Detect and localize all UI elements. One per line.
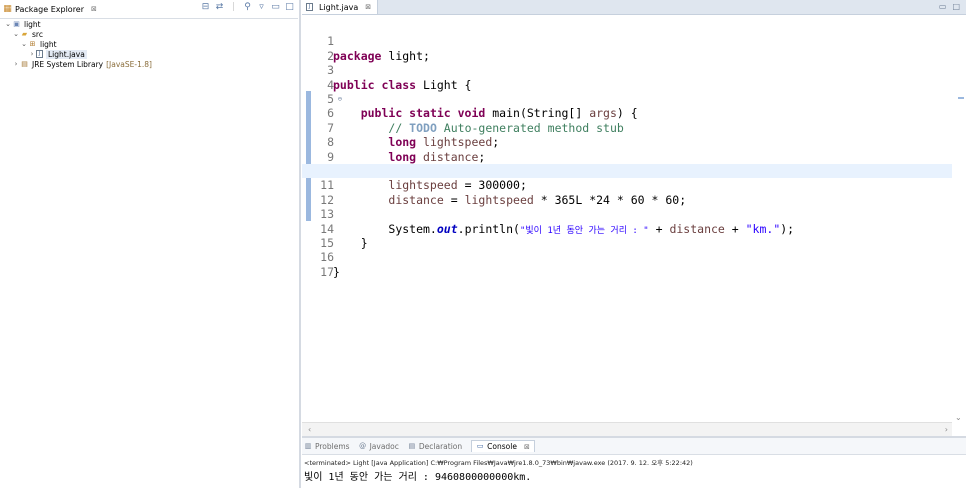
close-icon[interactable]: ⊠ (524, 443, 530, 451)
tree-item-jre[interactable]: › ▤ JRE System Library [JavaSE-1.8] (0, 59, 298, 69)
chevron-right-icon[interactable]: › (28, 50, 36, 58)
editor-window-controls: ▭ □ (939, 2, 960, 11)
code-area[interactable]: 1 package light; 2 3 public class Light … (302, 15, 952, 422)
overview-marker (958, 97, 964, 99)
scroll-left-icon[interactable]: ‹ (308, 423, 311, 437)
tab-label: Problems (315, 441, 350, 451)
line-number: 17 (320, 264, 334, 279)
horizontal-scrollbar[interactable]: ‹ › (302, 422, 952, 437)
tab-console[interactable]: ▭ Console ⊠ (471, 440, 535, 452)
chevron-down-icon[interactable]: ⌄ (4, 20, 12, 28)
code-line: 15 (302, 222, 952, 250)
minimize-icon[interactable]: ▭ (939, 2, 947, 11)
filter-icon[interactable]: ⚲ (243, 3, 252, 12)
editor-tabbar: J Light.java ⊠ ▭ □ (302, 0, 966, 15)
tree-item-file[interactable]: › J Light.java (0, 49, 298, 59)
tab-declaration[interactable]: ▤ Declaration (408, 441, 463, 451)
view-divider[interactable] (299, 0, 301, 488)
java-file-icon: J (36, 50, 43, 58)
tab-javadoc[interactable]: @ Javadoc (359, 442, 399, 451)
maximize-icon[interactable]: □ (285, 3, 294, 12)
javadoc-icon: @ (359, 441, 367, 450)
java-editor: J Light.java ⊠ ▭ □ 1 package light; 2 3 … (302, 0, 966, 437)
package-explorer-toolbar: ⊟ ⇄ | ⚲ ▿ ▭ □ (201, 3, 294, 12)
separator-icon: | (231, 2, 236, 12)
code-line: 8 long distance; (302, 121, 952, 163)
code-line: 2 (302, 34, 952, 63)
tree-item-label: light (40, 39, 57, 49)
link-with-editor-icon[interactable]: ⇄ (215, 3, 224, 12)
tree-item-label: src (32, 29, 43, 39)
code-line: 14 } (302, 207, 952, 250)
package-explorer-title: Package Explorer (15, 4, 85, 14)
tab-label: Declaration (418, 441, 463, 451)
code-line: 16 } (302, 236, 952, 278)
tree-item-src[interactable]: ⌄ ▰ src (0, 29, 298, 39)
chevron-right-icon[interactable]: › (12, 60, 20, 68)
minimize-icon[interactable]: ▭ (271, 3, 280, 12)
collapse-all-icon[interactable]: ⊟ (201, 3, 210, 12)
code-line: 4 (302, 63, 952, 92)
java-project-icon: ▣ (13, 20, 20, 28)
source-folder-icon: ▰ (21, 30, 28, 38)
code-line: 3 public class Light { (302, 49, 952, 91)
code-line: 17 (302, 250, 952, 279)
console-icon: ▭ (476, 442, 484, 450)
overview-ruler[interactable]: ⌄ (954, 15, 966, 422)
tab-label: Javadoc (369, 441, 399, 451)
code-line: 12 (302, 178, 952, 207)
code-line: 10 lightspeed = 300000; (302, 150, 952, 192)
close-icon[interactable]: ⊠ (365, 3, 371, 11)
code-line: 5 public static void main(String[] args)… (302, 78, 952, 120)
console-output: 빛이 1년 동안 가는 거리 : 9460800000000km. (304, 472, 532, 483)
maximize-icon[interactable]: □ (952, 2, 960, 11)
java-file-icon: J (306, 3, 313, 11)
chevron-down-icon[interactable]: ⌄ (20, 40, 28, 48)
code-line: 6 // TODO Auto-generated method stub (302, 92, 952, 134)
console-status-line: <terminated> Light [Java Application] C:… (304, 459, 693, 467)
tree-item-label: JRE System Library (32, 59, 104, 69)
bottom-tabbar: ▥ Problems @ Javadoc ▤ Declaration ▭ Con… (302, 438, 966, 455)
tree-item-package[interactable]: ⌄ ⊞ light (0, 39, 298, 49)
tree-item-decoration: [JavaSE-1.8] (106, 59, 152, 69)
scroll-down-arrow-icon[interactable]: ⌄ (955, 413, 962, 422)
code-line: 9 (302, 135, 952, 164)
declaration-icon: ▤ (408, 441, 416, 450)
tab-label: Console (487, 442, 517, 451)
package-explorer-icon: ▦ (3, 3, 12, 14)
package-explorer-tabbar: ▦ Package Explorer ⊠ ⊟ ⇄ | ⚲ ▿ ▭ □ (0, 0, 298, 19)
package-icon: ⊞ (29, 40, 36, 48)
code-line: 13 System.out.println("빛이 1년 동안 가는 거리 : … (302, 193, 952, 235)
tree-item-project[interactable]: ⌄ ▣ light (0, 19, 298, 29)
editor-tab-light-java[interactable]: J Light.java ⊠ (302, 0, 379, 14)
close-icon[interactable]: ⊠ (91, 5, 97, 13)
chevron-down-icon[interactable]: ⌄ (12, 30, 20, 38)
package-explorer-tab[interactable]: ▦ Package Explorer ⊠ (3, 2, 97, 16)
library-icon: ▤ (21, 60, 28, 68)
scroll-right-icon[interactable]: › (945, 423, 948, 437)
tree-item-label: Light.java (46, 49, 87, 59)
code-line: 7 long lightspeed; (302, 106, 952, 149)
tree-item-label: light (24, 19, 41, 29)
problems-icon: ▥ (304, 441, 312, 450)
view-menu-icon[interactable]: ▿ (257, 3, 266, 12)
package-explorer-view: ▦ Package Explorer ⊠ ⊟ ⇄ | ⚲ ▿ ▭ □ ⌄ ▣ l… (0, 0, 298, 488)
current-code-line: 11 distance = lightspeed * 365L *24 * 60… (302, 164, 952, 207)
tab-problems[interactable]: ▥ Problems (304, 442, 350, 451)
console-view: ▥ Problems @ Javadoc ▤ Declaration ▭ Con… (302, 436, 966, 490)
project-tree: ⌄ ▣ light ⌄ ▰ src ⌄ ⊞ light › J Light.ja… (0, 19, 298, 69)
editor-tab-label: Light.java (319, 2, 359, 12)
code-line: 1 package light; (302, 20, 952, 62)
